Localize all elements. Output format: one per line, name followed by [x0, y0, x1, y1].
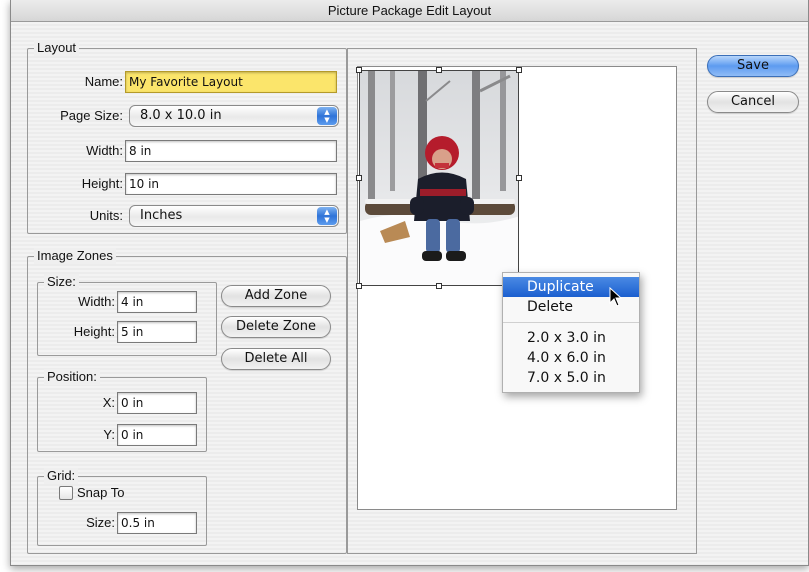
save-button[interactable]: Save — [707, 55, 799, 77]
position-x-field[interactable]: 0 in — [117, 392, 197, 414]
delete-zone-button[interactable]: Delete Zone — [221, 316, 331, 338]
resize-handle-bl[interactable] — [356, 283, 362, 289]
page-size-select[interactable]: 8.0 x 10.0 in ▲ ▼ — [129, 105, 339, 127]
units-select[interactable]: Inches ▲ ▼ — [129, 205, 339, 227]
resize-handle-tl[interactable] — [356, 67, 362, 73]
resize-handle-tr[interactable] — [516, 67, 522, 73]
resize-handle-ml[interactable] — [356, 175, 362, 181]
grid-size-field[interactable]: 0.5 in — [117, 512, 197, 534]
up-down-arrows-icon: ▲ ▼ — [317, 107, 337, 125]
image-zone[interactable] — [359, 70, 519, 286]
resize-handle-bc[interactable] — [436, 283, 442, 289]
width-label: Width: — [86, 143, 123, 158]
zone-height-label: Height: — [73, 324, 115, 339]
position-y-field[interactable]: 0 in — [117, 424, 197, 446]
resize-handle-tc[interactable] — [436, 67, 442, 73]
snap-to-label: Snap To — [77, 485, 125, 500]
add-zone-button[interactable]: Add Zone — [221, 285, 331, 307]
zone-width-label: Width: — [78, 294, 115, 309]
menu-item-size-7x5[interactable]: 7.0 x 5.0 in — [503, 368, 639, 388]
page-height-field[interactable]: 10 in — [125, 173, 337, 195]
snap-to-checkbox[interactable] — [59, 486, 73, 500]
resize-handle-mr[interactable] — [516, 175, 522, 181]
position-x-label: X: — [102, 395, 115, 410]
delete-all-button[interactable]: Delete All — [221, 348, 331, 370]
up-down-arrows-icon: ▲ ▼ — [317, 207, 337, 225]
arrow-cursor-icon — [609, 287, 623, 307]
position-legend: Position: — [44, 369, 100, 385]
menu-separator — [503, 322, 639, 323]
window-title: Picture Package Edit Layout — [11, 0, 808, 22]
page-size-value: 8.0 x 10.0 in — [140, 108, 222, 123]
menu-item-size-2x3[interactable]: 2.0 x 3.0 in — [503, 328, 639, 348]
layout-name-field[interactable]: My Favorite Layout — [125, 71, 337, 93]
grid-legend: Grid: — [44, 468, 79, 484]
units-value: Inches — [140, 208, 183, 223]
height-label: Height: — [81, 176, 123, 191]
photo-child-in-snow — [360, 71, 518, 285]
image-zones-legend: Image Zones — [34, 248, 116, 264]
zone-width-field[interactable]: 4 in — [117, 291, 197, 313]
name-label: Name: — [84, 74, 123, 89]
units-label: Units: — [89, 208, 123, 223]
cancel-button[interactable]: Cancel — [707, 91, 799, 113]
page-width-field[interactable]: 8 in — [125, 140, 337, 162]
zone-height-field[interactable]: 5 in — [117, 321, 197, 343]
zone-size-legend: Size: — [44, 274, 79, 290]
layout-legend: Layout — [34, 40, 80, 56]
dialog-window: Picture Package Edit Layout Layout Name:… — [10, 0, 809, 566]
position-y-label: Y: — [103, 427, 115, 442]
grid-size-label: Size: — [86, 515, 115, 530]
page-size-label: Page Size: — [60, 108, 123, 123]
menu-item-size-4x6[interactable]: 4.0 x 6.0 in — [503, 348, 639, 368]
